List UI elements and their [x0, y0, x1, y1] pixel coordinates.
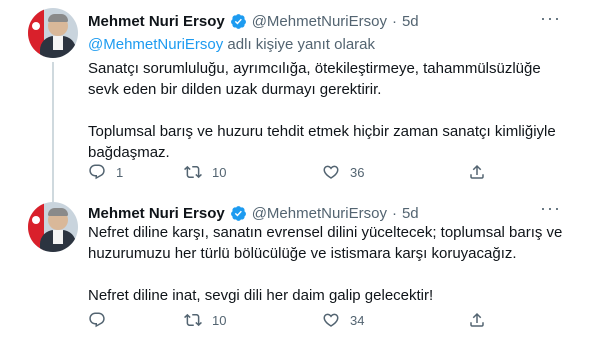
- author-name[interactable]: Mehmet Nuri Ersoy: [88, 205, 225, 222]
- retweet-icon: [184, 165, 202, 179]
- author-name[interactable]: Mehmet Nuri Ersoy: [88, 13, 225, 30]
- share-button[interactable]: [468, 310, 486, 330]
- share-button[interactable]: [468, 162, 486, 182]
- like-button[interactable]: 34: [322, 310, 364, 330]
- like-icon: [323, 165, 339, 179]
- author-handle[interactable]: @MehmetNuriErsoy: [252, 205, 387, 222]
- tweet-header: Mehmet Nuri Ersoy @MehmetNuriErsoy · 5d: [88, 10, 419, 32]
- reply-context: @MehmetNuriErsoy adlı kişiye yanıt olara…: [88, 36, 375, 53]
- verified-badge-icon: [230, 13, 246, 29]
- more-icon[interactable]: ···: [540, 199, 560, 222]
- like-count: 34: [350, 312, 365, 328]
- reply-button[interactable]: [88, 310, 116, 330]
- like-button[interactable]: 36: [322, 162, 364, 182]
- tweet-time[interactable]: 5d: [402, 13, 419, 30]
- tweet-1[interactable]: Mehmet Nuri Ersoy @MehmetNuriErsoy · 5d …: [0, 0, 600, 202]
- tweet-paragraph: Toplumsal barış ve huzuru tehdit etmek h…: [88, 123, 556, 161]
- avatar[interactable]: [28, 8, 78, 58]
- retweet-icon: [184, 313, 202, 327]
- separator-dot: ·: [391, 12, 397, 30]
- retweet-button[interactable]: 10: [184, 310, 226, 330]
- retweet-count: 10: [212, 164, 227, 180]
- tweet-text: Nefret diline karşı, sanatın evrensel di…: [88, 222, 568, 306]
- tweet-paragraph: Nefret diline karşı, sanatın evrensel di…: [88, 224, 563, 262]
- separator-dot: ·: [391, 204, 397, 222]
- reply-to-link[interactable]: @MehmetNuriErsoy: [88, 36, 223, 53]
- share-icon: [470, 164, 484, 179]
- tweet-text: Sanatçı sorumluluğu, ayrımcılığa, ötekil…: [88, 58, 568, 163]
- reply-to-suffix: adlı kişiye yanıt olarak: [223, 36, 376, 53]
- more-icon[interactable]: ···: [540, 9, 560, 32]
- avatar[interactable]: [28, 202, 78, 252]
- reply-icon: [89, 164, 105, 180]
- tweet-time[interactable]: 5d: [402, 205, 419, 222]
- tweet-paragraph: Nefret diline inat, sevgi dili her daim …: [88, 287, 434, 304]
- reply-button[interactable]: 1: [88, 162, 123, 182]
- reply-icon: [89, 312, 105, 328]
- retweet-count: 10: [212, 312, 227, 328]
- tweet-paragraph: Sanatçı sorumluluğu, ayrımcılığa, ötekil…: [88, 60, 541, 98]
- like-icon: [323, 313, 339, 327]
- verified-badge-icon: [230, 205, 246, 221]
- tweet-header: Mehmet Nuri Ersoy @MehmetNuriErsoy · 5d: [88, 202, 419, 224]
- retweet-button[interactable]: 10: [184, 162, 226, 182]
- like-count: 36: [350, 164, 365, 180]
- author-handle[interactable]: @MehmetNuriErsoy: [252, 13, 387, 30]
- tweet-2[interactable]: Mehmet Nuri Ersoy @MehmetNuriErsoy · 5d …: [0, 196, 600, 340]
- share-icon: [470, 312, 484, 327]
- reply-count: 1: [116, 164, 124, 180]
- thread-line: [52, 62, 54, 202]
